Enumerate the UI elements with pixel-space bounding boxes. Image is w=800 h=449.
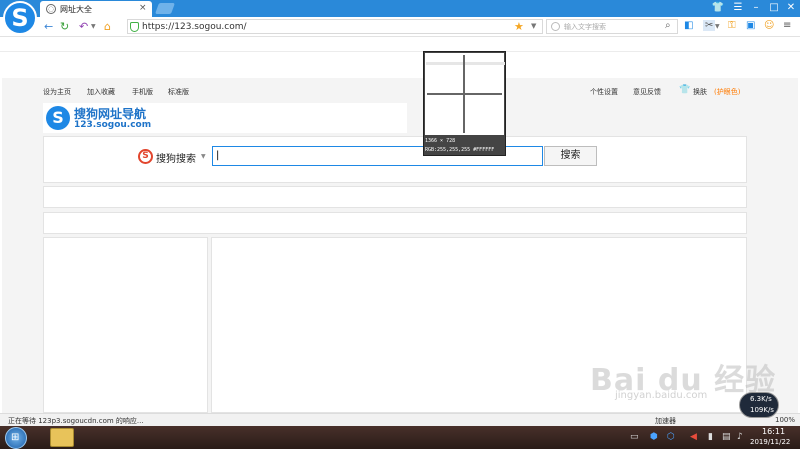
left-column <box>43 237 208 413</box>
address-bar[interactable]: https://123.sogou.com/ ★ ▼ <box>127 19 543 34</box>
maximize-icon[interactable]: □ <box>766 2 782 13</box>
shield-icon <box>130 22 139 32</box>
clock-date[interactable]: 2019/11/22 <box>750 438 790 446</box>
extension-icon[interactable]: ▣ <box>746 20 755 31</box>
magnifier-view <box>425 53 505 135</box>
menu-icon[interactable]: ≡ <box>783 20 791 31</box>
search-engine-icon[interactable] <box>551 22 560 31</box>
windows-logo-icon: ⊞ <box>11 432 20 443</box>
network-icon[interactable]: ▤ <box>722 432 731 442</box>
tab-title: 网址大全 <box>60 5 92 14</box>
link-standard[interactable]: 标准版 <box>168 87 189 97</box>
scissors-icon[interactable]: ✂ <box>703 20 716 31</box>
tab-active[interactable]: ◌ 网址大全 × <box>40 1 152 17</box>
address-toolbar: ← ↻ ↶ ▼ ⌂ https://123.sogou.com/ ★ ▼ 输入文… <box>0 17 800 37</box>
windows-taskbar: ⊞ ▭ ⬢ ⬡ ◀ ▮ ▤ ♪ 16:11 2019/11/22 <box>0 426 800 449</box>
security-tray-icon[interactable]: ⬡ <box>667 432 675 442</box>
accelerator-label[interactable]: 加速器 <box>655 416 676 426</box>
chevron-down-icon[interactable]: ▼ <box>201 153 206 160</box>
sogou-logo-icon: S <box>46 106 70 130</box>
sogou-browser-logo: S <box>3 1 37 35</box>
volume-icon[interactable]: ♪ <box>737 432 743 442</box>
search-icon[interactable]: ⌕ <box>665 20 671 31</box>
minimize-icon[interactable]: – <box>748 2 764 13</box>
shirt-icon[interactable]: 👕 <box>679 85 690 95</box>
crosshair-vertical <box>463 55 465 133</box>
key-icon[interactable]: ⚿ <box>728 20 736 31</box>
link-mobile[interactable]: 手机版 <box>132 87 153 97</box>
search-button[interactable]: 搜索 <box>544 146 597 166</box>
zoom-level[interactable]: 100% <box>775 416 795 424</box>
tab-close-button[interactable]: × <box>139 3 147 13</box>
favorites-bar <box>0 37 800 52</box>
color-picker-magnifier: 1366 × 728 RGB:255,255,255 #FFFFFF <box>423 51 506 156</box>
status-bar: 正在等待 123p3.sogoucdn.com 的响应... 加速器 100% <box>0 413 800 426</box>
status-loading-text: 正在等待 123p3.sogoucdn.com 的响应... <box>8 417 144 425</box>
start-button[interactable]: ⊞ <box>5 427 27 449</box>
shield-tray-icon[interactable]: ⬢ <box>650 432 658 442</box>
eye-care-link[interactable]: (护眼色) <box>714 87 740 97</box>
site-brand[interactable]: S 搜狗网址导航 123.sogou.com <box>43 103 407 133</box>
toolbar-search-input[interactable]: 输入文字搜索 ⌕ <box>546 19 678 34</box>
upload-speed: 6.3K/s <box>750 395 772 403</box>
content-band-1 <box>43 186 747 208</box>
skin-link[interactable]: 换肤 <box>693 87 707 97</box>
link-add-favorite[interactable]: 加入收藏 <box>87 87 115 97</box>
search-placeholder: 输入文字搜索 <box>564 23 606 31</box>
brand-domain: 123.sogou.com <box>74 120 152 130</box>
download-speed: 109K/s <box>750 406 774 414</box>
watermark-sub: jingyan.baidu.com <box>615 390 708 401</box>
title-bar: ◌ 网址大全 × 👕 ☰ – □ ✕ <box>0 0 800 17</box>
keyboard-icon[interactable]: ▭ <box>630 432 639 442</box>
magnifier-strip <box>426 62 505 65</box>
file-explorer-icon[interactable] <box>50 428 74 447</box>
link-feedback[interactable]: 意见反馈 <box>633 87 661 97</box>
chevron-down-icon[interactable]: ▼ <box>715 23 720 30</box>
content-band-2 <box>43 212 747 234</box>
search-panel: S 搜狗搜索 ▼ | 搜索 <box>43 136 747 183</box>
chevron-down-icon[interactable]: ▼ <box>531 22 536 30</box>
refresh-icon[interactable]: ↻ <box>60 20 69 33</box>
menu-icon[interactable]: ☰ <box>730 2 746 13</box>
network-speed-widget[interactable]: 6.3K/s 109K/s <box>739 392 779 418</box>
clock-time[interactable]: 16:11 <box>762 427 785 436</box>
size-readout: 1366 × 728 <box>425 138 456 144</box>
speaker-tray-icon[interactable]: ◀ <box>690 432 697 442</box>
sidebar-icon[interactable]: ◧ <box>684 20 693 31</box>
home-icon[interactable]: ⌂ <box>104 20 111 33</box>
back-icon[interactable]: ← <box>44 20 53 33</box>
close-icon[interactable]: ✕ <box>783 2 799 13</box>
globe-icon: ◌ <box>46 4 56 14</box>
undo-icon[interactable]: ↶ <box>79 20 88 33</box>
chevron-down-icon[interactable]: ▼ <box>91 23 96 30</box>
star-icon[interactable]: ★ <box>514 20 524 33</box>
new-tab-button[interactable] <box>154 3 176 14</box>
link-set-homepage[interactable]: 设为主页 <box>43 87 71 97</box>
battery-icon[interactable]: ▮ <box>708 432 713 442</box>
url-text[interactable]: https://123.sogou.com/ <box>142 22 247 32</box>
link-personal-settings[interactable]: 个性设置 <box>590 87 618 97</box>
sogou-search-icon: S <box>138 149 153 164</box>
search-engine-label[interactable]: 搜狗搜索 <box>156 150 196 165</box>
shirt-icon[interactable]: 👕 <box>710 2 726 13</box>
color-readout: RGB:255,255,255 #FFFFFF <box>425 147 495 153</box>
smile-icon[interactable]: ☺ <box>764 20 774 31</box>
